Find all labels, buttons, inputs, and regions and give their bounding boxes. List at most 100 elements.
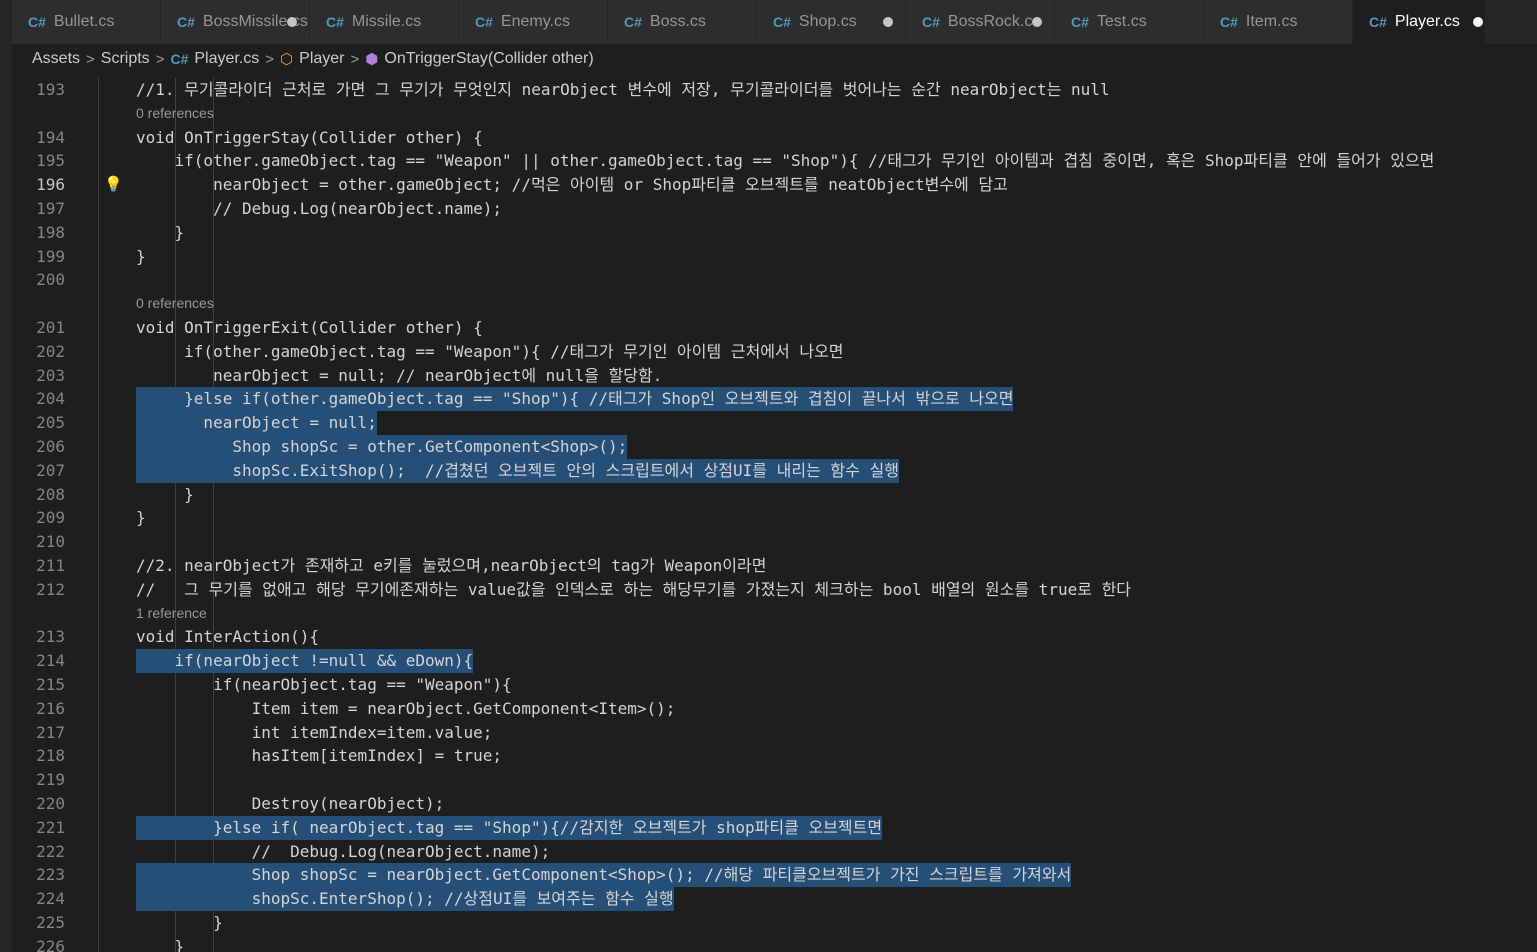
code-line[interactable]: 225 } bbox=[12, 911, 1537, 935]
breadcrumb-class[interactable]: Player bbox=[299, 50, 344, 68]
code-line[interactable]: 219 bbox=[12, 768, 1537, 792]
code-line[interactable]: 201 void OnTriggerExit(Collider other) { bbox=[12, 316, 1537, 340]
line-number: 209 bbox=[36, 508, 65, 528]
code-text: if(other.gameObject.tag == "Weapon" || o… bbox=[136, 151, 1435, 171]
code-text: } bbox=[136, 936, 185, 952]
code-text: shopSc.ExitShop(); //겹쳤던 오브젝트 안의 스크립트에서 … bbox=[136, 458, 899, 483]
tab-label: Missile.cs bbox=[351, 13, 422, 30]
method-icon: ⬢ bbox=[365, 51, 379, 68]
code-line[interactable]: 217 int itemIndex=item.value; bbox=[12, 721, 1537, 745]
code-line[interactable]: 214 if(nearObject !=null && eDown){ bbox=[12, 649, 1537, 673]
chevron-right-icon: > bbox=[86, 50, 95, 68]
unsaved-dot-icon[interactable] bbox=[1473, 17, 1483, 27]
unsaved-dot-icon[interactable] bbox=[1032, 17, 1042, 27]
line-number: 218 bbox=[36, 746, 65, 766]
code-text: // Debug.Log(nearObject.name); bbox=[136, 841, 551, 861]
code-line[interactable]: 205 nearObject = null; bbox=[12, 411, 1537, 435]
line-number: 212 bbox=[36, 579, 65, 599]
code-line[interactable]: 218 hasItem[itemIndex] = true; bbox=[12, 744, 1537, 768]
code-line[interactable]: 206 Shop shopSc = other.GetComponent<Sho… bbox=[12, 434, 1537, 459]
code-line[interactable]: 211 //2. nearObject가 존재하고 e키를 눌렀으며,nearOb… bbox=[12, 554, 1537, 578]
line-number: 204 bbox=[36, 389, 65, 409]
code-line[interactable]: 196 💡 nearObject = other.gameObject; //먹은… bbox=[12, 173, 1537, 197]
tab-enemy[interactable]: C# Enemy.cs bbox=[459, 0, 608, 44]
unsaved-dot-icon[interactable] bbox=[883, 17, 893, 27]
code-line[interactable]: 222 // Debug.Log(nearObject.name); bbox=[12, 840, 1537, 864]
csharp-file-icon: C# bbox=[177, 14, 195, 30]
csharp-file-icon: C# bbox=[922, 14, 940, 30]
code-editor[interactable]: 193 //1. 무기콜라이더 근처로 가면 그 무기가 무엇인지 nearObj… bbox=[12, 78, 1537, 952]
codelens-references[interactable]: 0 references bbox=[136, 292, 214, 316]
breadcrumb-method[interactable]: OnTriggerStay(Collider other) bbox=[384, 50, 593, 68]
codelens-references[interactable]: 0 references bbox=[136, 102, 214, 126]
code-text: if(nearObject !=null && eDown){ bbox=[136, 649, 474, 673]
line-number: 200 bbox=[36, 270, 65, 290]
code-text: void OnTriggerExit(Collider other) { bbox=[136, 317, 483, 337]
tab-test[interactable]: C# Test.cs bbox=[1055, 0, 1204, 44]
tab-item[interactable]: C# Item.cs bbox=[1204, 0, 1353, 44]
codelens[interactable]: 0 references bbox=[12, 292, 1537, 316]
code-text: } bbox=[136, 222, 185, 242]
code-line[interactable]: 215 if(nearObject.tag == "Weapon"){ bbox=[12, 673, 1537, 697]
tab-bullet[interactable]: C# Bullet.cs bbox=[12, 0, 161, 44]
lightbulb-icon[interactable]: 💡 bbox=[104, 173, 123, 197]
codelens-references[interactable]: 1 reference bbox=[136, 602, 207, 626]
code-text: }else if( nearObject.tag == "Shop"){//감지… bbox=[136, 815, 883, 840]
code-line[interactable]: 197 // Debug.Log(nearObject.name); bbox=[12, 197, 1537, 221]
line-number: 193 bbox=[36, 80, 65, 99]
tab-boss[interactable]: C# Boss.cs bbox=[608, 0, 757, 44]
code-line[interactable]: 204 }else if(other.gameObject.tag == "Sh… bbox=[12, 387, 1537, 412]
line-number: 215 bbox=[36, 674, 65, 694]
breadcrumb-assets[interactable]: Assets bbox=[32, 50, 80, 68]
tab-missile[interactable]: C# Missile.cs bbox=[310, 0, 459, 44]
code-line[interactable]: 212 // 그 무기를 없애고 해당 무기에존재하는 value값을 인덱스로 … bbox=[12, 578, 1537, 602]
code-line[interactable]: 224 shopSc.EnterShop(); //상점UI를 보여주는 함수 … bbox=[12, 887, 1537, 911]
tab-player[interactable]: C# Player.cs bbox=[1353, 0, 1486, 44]
codelens[interactable]: 1 reference bbox=[12, 602, 1537, 626]
tab-label: Boss.cs bbox=[649, 13, 706, 30]
code-line[interactable]: 220 Destroy(nearObject); bbox=[12, 792, 1537, 816]
code-line[interactable]: 199} bbox=[12, 245, 1537, 269]
line-number: 208 bbox=[36, 484, 65, 504]
tab-bossmissile[interactable]: C# BossMissile.cs bbox=[161, 0, 310, 44]
code-line[interactable]: 209} bbox=[12, 506, 1537, 530]
code-line[interactable]: 203 nearObject = null; // nearObject에 nu… bbox=[12, 364, 1537, 388]
code-text: //1. 무기콜라이더 근처로 가면 그 무기가 무엇인지 nearObject… bbox=[136, 80, 1110, 99]
line-number: 201 bbox=[36, 317, 65, 337]
line-number: 198 bbox=[36, 222, 65, 242]
code-line[interactable]: 193 //1. 무기콜라이더 근처로 가면 그 무기가 무엇인지 nearObj… bbox=[12, 78, 1537, 102]
code-line[interactable]: 208 } bbox=[12, 483, 1537, 507]
line-number: 214 bbox=[36, 651, 65, 671]
line-number: 211 bbox=[36, 555, 65, 575]
code-line[interactable]: 207 shopSc.ExitShop(); //겹쳤던 오브젝트 안의 스크립… bbox=[12, 458, 1537, 483]
line-number: 197 bbox=[36, 198, 65, 218]
code-text: if(nearObject.tag == "Weapon"){ bbox=[136, 674, 512, 694]
breadcrumb: Assets > Scripts > C# Player.cs > ⬡ Play… bbox=[12, 44, 1537, 74]
csharp-file-icon: C# bbox=[326, 14, 344, 30]
code-text: void OnTriggerStay(Collider other) { bbox=[136, 127, 483, 147]
code-line[interactable]: 210 bbox=[12, 530, 1537, 554]
code-line[interactable]: 213 void InterAction(){ bbox=[12, 625, 1537, 649]
code-line[interactable]: 200 bbox=[12, 268, 1537, 292]
code-text: // Debug.Log(nearObject.name); bbox=[136, 198, 503, 218]
line-number: 194 bbox=[36, 127, 65, 147]
code-text: // 그 무기를 없애고 해당 무기에존재하는 value값을 인덱스로 하는 … bbox=[136, 579, 1132, 599]
code-line[interactable]: 198 } bbox=[12, 221, 1537, 245]
unsaved-dot-icon[interactable] bbox=[287, 17, 297, 27]
code-line[interactable]: 223 Shop shopSc = nearObject.GetComponen… bbox=[12, 863, 1537, 888]
code-line[interactable]: 202 if(other.gameObject.tag == "Weapon")… bbox=[12, 340, 1537, 364]
code-line[interactable]: 216 Item item = nearObject.GetComponent<… bbox=[12, 697, 1537, 721]
code-line[interactable]: 226 } bbox=[12, 935, 1537, 952]
tab-shop[interactable]: C# Shop.cs bbox=[757, 0, 906, 44]
codelens[interactable]: 0 references bbox=[12, 102, 1537, 126]
code-text: //2. nearObject가 존재하고 e키를 눌렀으며,nearObjec… bbox=[136, 555, 767, 575]
line-number: 225 bbox=[36, 912, 65, 932]
breadcrumb-scripts[interactable]: Scripts bbox=[101, 50, 150, 68]
tab-label: Shop.cs bbox=[798, 13, 857, 30]
code-line[interactable]: 221 }else if( nearObject.tag == "Shop"){… bbox=[12, 815, 1537, 840]
breadcrumb-file[interactable]: Player.cs bbox=[194, 50, 259, 68]
code-line[interactable]: 195 if(other.gameObject.tag == "Weapon" … bbox=[12, 149, 1537, 173]
csharp-file-icon: C# bbox=[475, 14, 493, 30]
tab-bossrock[interactable]: C# BossRock.cs bbox=[906, 0, 1055, 44]
code-line[interactable]: 194 void OnTriggerStay(Collider other) { bbox=[12, 126, 1537, 150]
